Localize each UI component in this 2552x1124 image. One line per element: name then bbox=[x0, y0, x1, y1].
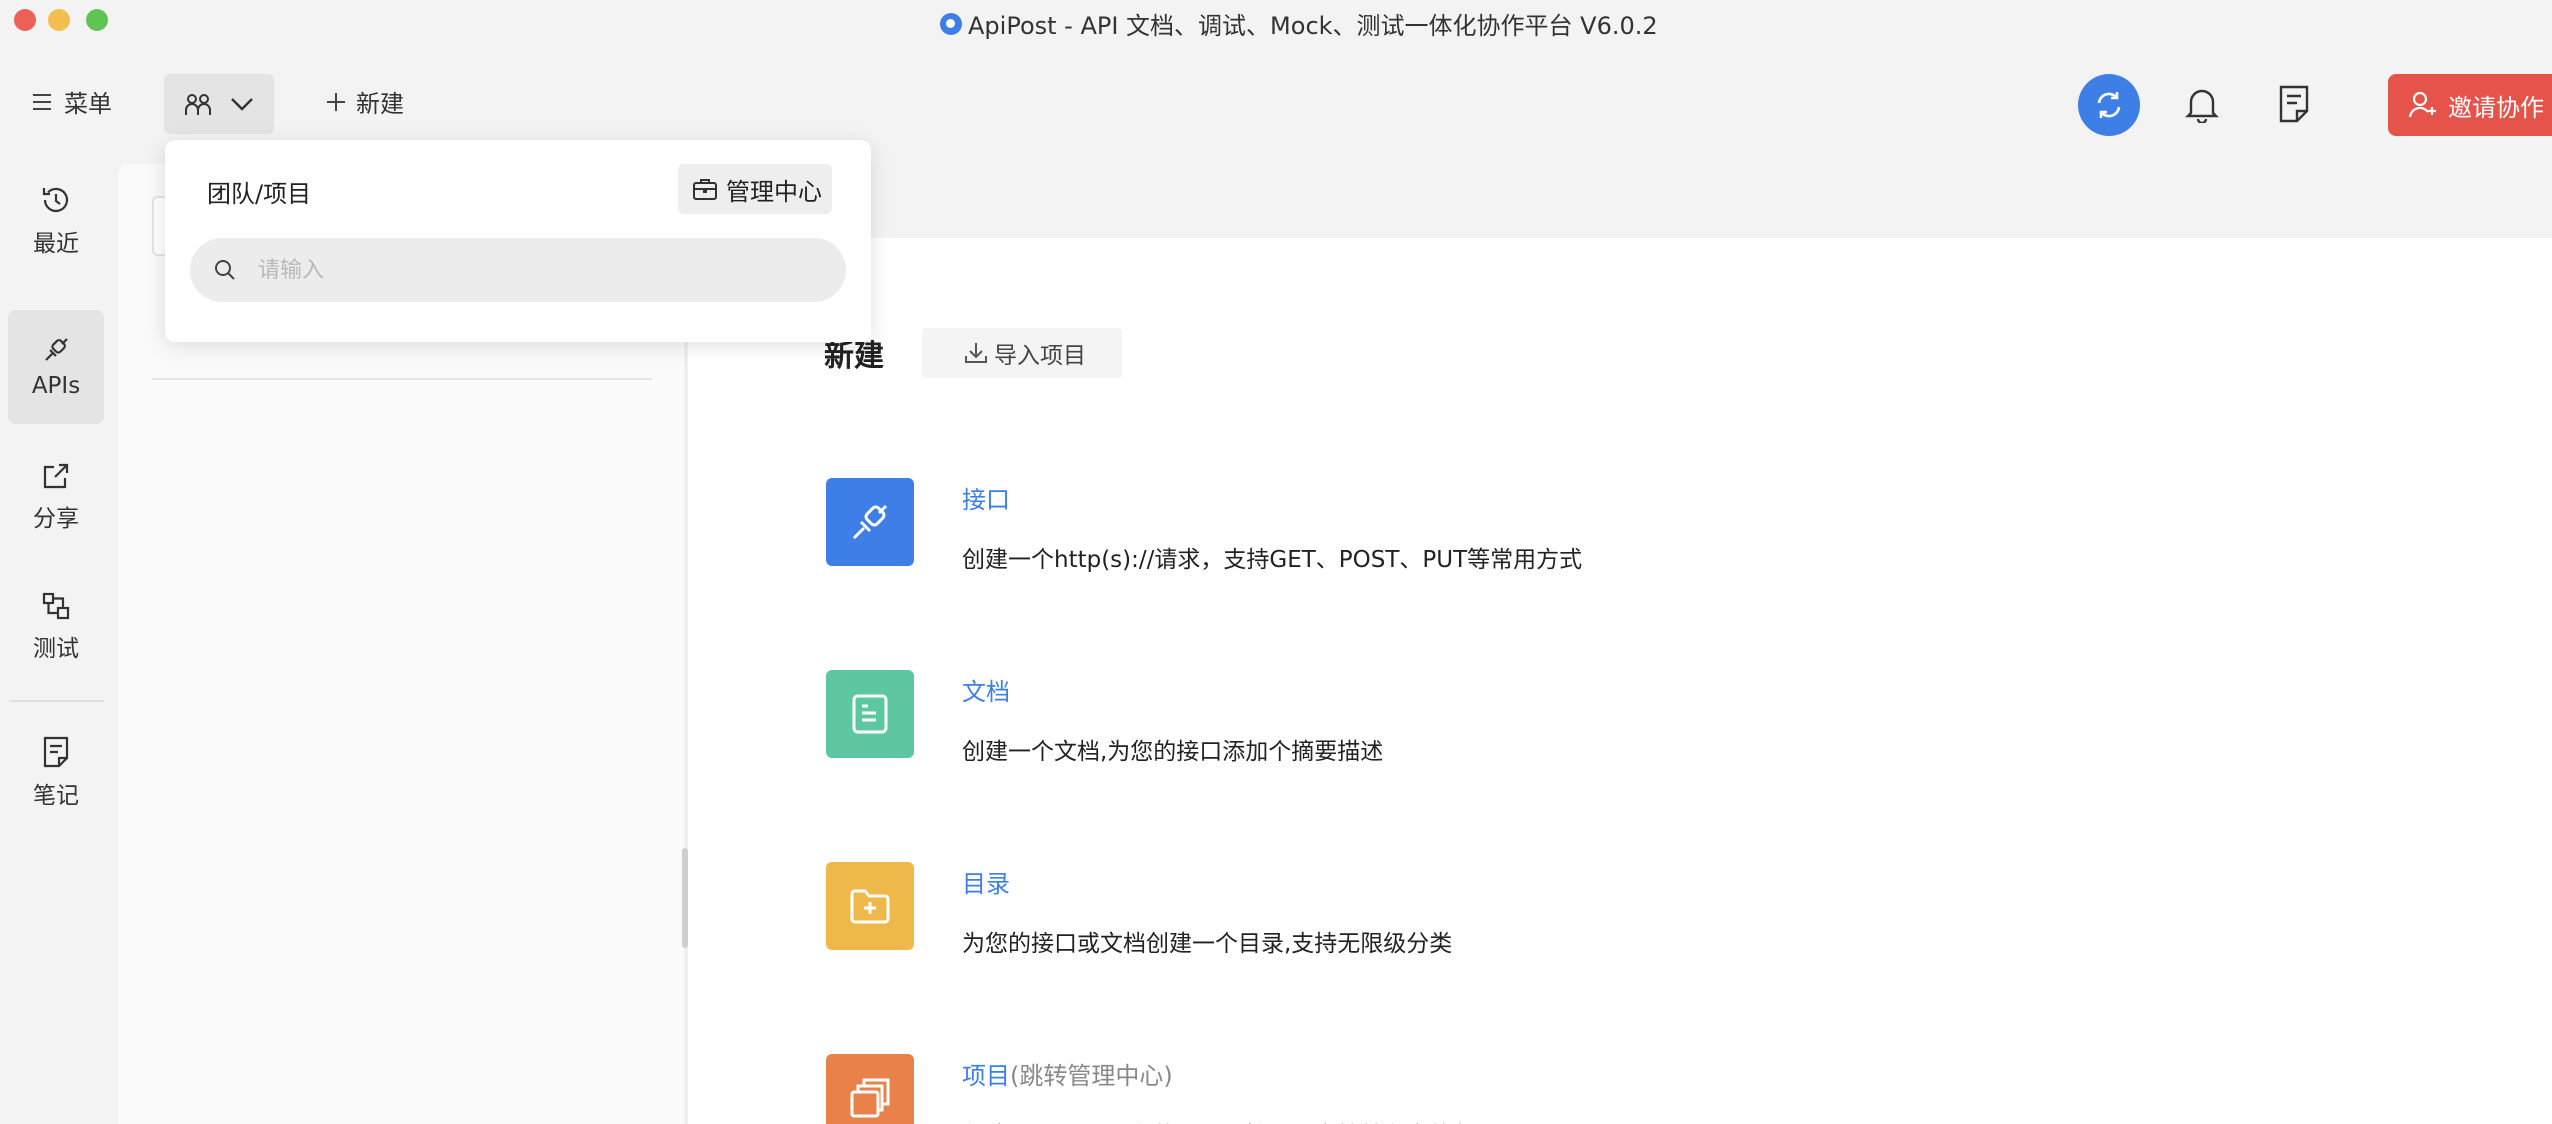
plus-icon bbox=[326, 92, 346, 112]
menu-label: 菜单 bbox=[64, 90, 112, 118]
test-icon bbox=[41, 591, 71, 621]
apipost-logo-icon bbox=[940, 12, 962, 35]
rail-item-share[interactable]: 分享 bbox=[8, 440, 104, 554]
menu-button[interactable]: 菜单 bbox=[32, 84, 112, 119]
create-item-desc: 创建一个文档,为您的接口添加个摘要描述 bbox=[962, 739, 1384, 765]
invite-collaboration-button[interactable]: 邀请协作 bbox=[2388, 74, 2552, 136]
bell-icon bbox=[2185, 85, 2219, 123]
team-project-popover: 团队/项目 管理中心 bbox=[165, 140, 871, 342]
create-item-title-text: 文档 bbox=[962, 678, 1010, 706]
window-title-text: ApiPost - API 文档、调试、Mock、测试一体化协作平台 V6.0.… bbox=[968, 12, 1658, 40]
window-title: ApiPost - API 文档、调试、Mock、测试一体化协作平台 V6.0.… bbox=[940, 6, 1658, 41]
create-folder-item[interactable]: 目录 为您的接口或文档创建一个目录,支持无限级分类 bbox=[826, 862, 1452, 958]
popover-search bbox=[190, 238, 846, 302]
rail-item-label: 测试 bbox=[33, 636, 79, 662]
create-item-title-text: 接口 bbox=[962, 486, 1010, 514]
create-item-desc: 为您的接口或文档创建一个目录,支持无限级分类 bbox=[962, 931, 1453, 957]
notifications-button[interactable] bbox=[2180, 82, 2224, 126]
history-icon bbox=[40, 184, 72, 216]
download-icon bbox=[964, 341, 988, 365]
management-center-label: 管理中心 bbox=[726, 177, 822, 206]
notes-icon bbox=[2278, 85, 2310, 123]
new-button[interactable]: 新建 bbox=[326, 84, 404, 119]
search-icon bbox=[214, 259, 236, 281]
notes-button[interactable] bbox=[2272, 82, 2316, 126]
rail-item-label: APIs bbox=[31, 373, 81, 399]
create-document-item[interactable]: 文档 创建一个文档,为您的接口添加个摘要描述 bbox=[826, 670, 1383, 766]
sync-icon bbox=[2093, 89, 2125, 121]
note-icon bbox=[42, 736, 70, 768]
tree-search-box[interactable] bbox=[152, 196, 166, 256]
create-item-desc: 创建一个http(s)://请求，支持GET、POST、PUT等常用方式 bbox=[962, 547, 1583, 573]
team-switcher-button[interactable] bbox=[164, 74, 274, 134]
rail-item-apis[interactable]: APIs bbox=[8, 310, 104, 424]
menu-icon bbox=[32, 93, 52, 111]
new-label: 新建 bbox=[356, 90, 404, 118]
window-close-button[interactable] bbox=[14, 9, 36, 31]
tab-strip bbox=[688, 164, 2552, 238]
title-bar: ApiPost - API 文档、调试、Mock、测试一体化协作平台 V6.0.… bbox=[0, 0, 2552, 40]
plug-icon bbox=[826, 478, 914, 566]
rail-item-test[interactable]: 测试 bbox=[8, 570, 104, 684]
folder-add-icon bbox=[826, 862, 914, 950]
create-item-subtitle: (跳转管理中心) bbox=[1010, 1062, 1173, 1090]
create-item-title-text: 项目 bbox=[962, 1062, 1010, 1090]
tree-divider bbox=[152, 378, 652, 380]
create-item-title[interactable]: 项目(跳转管理中心) bbox=[962, 1056, 1521, 1090]
management-center-button[interactable]: 管理中心 bbox=[678, 164, 832, 214]
chevron-down-icon bbox=[230, 97, 254, 111]
rail-divider bbox=[10, 700, 104, 702]
invite-label: 邀请协作 bbox=[2448, 93, 2544, 122]
share-icon bbox=[41, 461, 71, 491]
rail-item-label: 最近 bbox=[33, 231, 79, 257]
create-item-title[interactable]: 文档 bbox=[962, 672, 1383, 706]
sync-button[interactable] bbox=[2078, 74, 2140, 136]
search-input[interactable] bbox=[258, 257, 818, 283]
create-item-title[interactable]: 接口 bbox=[962, 480, 1582, 514]
team-icon bbox=[184, 91, 212, 117]
create-api-item[interactable]: 接口 创建一个http(s)://请求，支持GET、POST、PUT等常用方式 bbox=[826, 478, 1582, 574]
rail-item-label: 笔记 bbox=[33, 783, 79, 809]
left-rail: 最近 APIs 分享 测试 笔记 bbox=[0, 164, 118, 1124]
rail-item-notes[interactable]: 笔记 bbox=[8, 716, 104, 830]
plug-icon bbox=[41, 335, 71, 365]
create-item-title[interactable]: 目录 bbox=[962, 864, 1452, 898]
create-project-item[interactable]: 项目(跳转管理中心) 创建一个项目,所有的目录、接口、文档就有它的归属了 bbox=[826, 1054, 1521, 1124]
document-icon bbox=[826, 670, 914, 758]
import-label: 导入项目 bbox=[994, 343, 1086, 369]
briefcase-icon bbox=[692, 177, 718, 201]
popover-title: 团队/项目 bbox=[207, 180, 312, 208]
import-project-button[interactable]: 导入项目 bbox=[922, 328, 1122, 378]
main-content: 新建 导入项目 接口 创建一个http(s)://请求，支持GET、POST、P… bbox=[688, 238, 2552, 1124]
window-minimize-button[interactable] bbox=[48, 9, 70, 31]
window-zoom-button[interactable] bbox=[86, 9, 108, 31]
projects-icon bbox=[826, 1054, 914, 1124]
user-add-icon bbox=[2408, 91, 2436, 119]
rail-item-label: 分享 bbox=[33, 506, 79, 532]
create-item-desc: 创建一个项目,所有的目录、接口、文档就有它的归属了 bbox=[962, 1116, 1521, 1124]
rail-item-recent[interactable]: 最近 bbox=[8, 164, 104, 278]
create-item-title-text: 目录 bbox=[962, 870, 1010, 898]
